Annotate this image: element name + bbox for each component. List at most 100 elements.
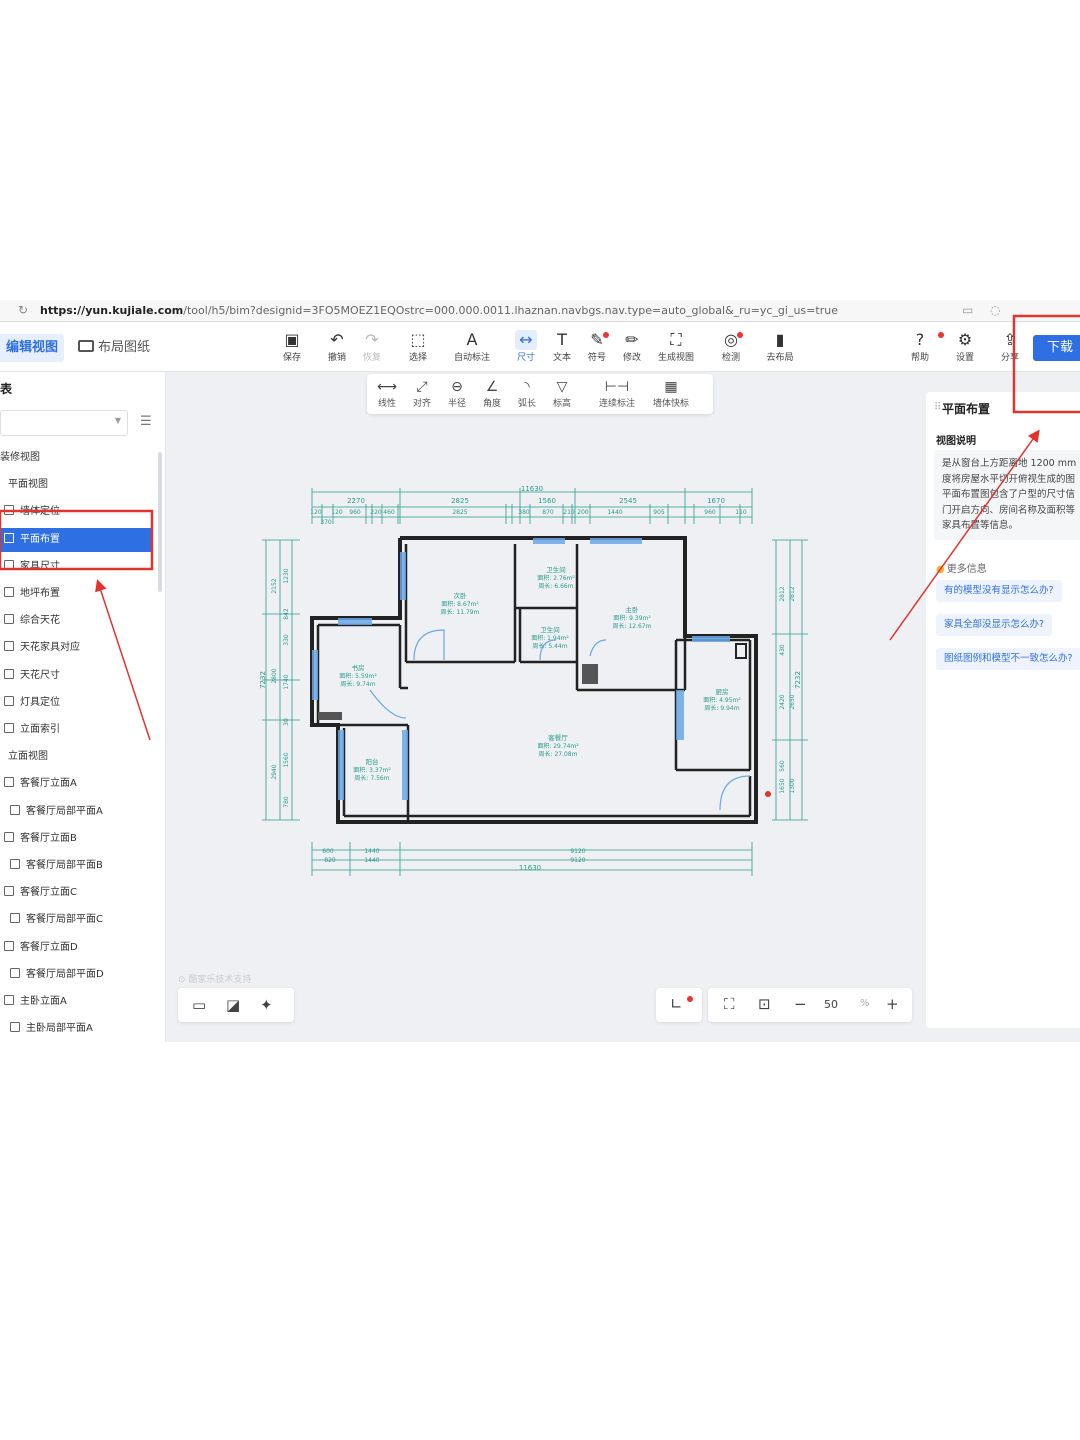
ruler-icon[interactable]: ▭ [192, 996, 206, 1014]
zoom-out-icon[interactable]: − [794, 995, 807, 1013]
to-layout-button[interactable]: ▮ 去布局 [760, 330, 800, 363]
zoom-level[interactable]: 50 [824, 998, 838, 1011]
sidebar-scrollbar[interactable] [158, 452, 162, 592]
dimension-label: 120 [310, 509, 322, 516]
dimension-label: 820 [324, 857, 336, 864]
view-icon [4, 614, 14, 625]
axis-icon[interactable]: ∟ [670, 995, 683, 1013]
sidebar-item[interactable]: 综合天花 [0, 609, 152, 633]
door-swing [369, 689, 407, 719]
dimension-label: 1670 [707, 497, 725, 505]
faq-link[interactable]: 有的模型没有显示怎么办? [936, 580, 1062, 602]
faq-link[interactable]: 图纸图例和模型不一致怎么办? [936, 648, 1080, 670]
undo-button[interactable]: ↶ 撤销 [317, 330, 357, 363]
url-text[interactable]: https://yun.kujiale.com/tool/h5/bim?desi… [40, 304, 838, 317]
sidebar-item[interactable]: 装修视图 [0, 446, 152, 470]
select-button[interactable]: ⬚ 选择 [398, 330, 438, 363]
window [692, 636, 730, 642]
sidebar-item[interactable]: 客餐厅立面C [0, 881, 152, 905]
room-name: 次卧 [454, 591, 468, 600]
sidebar-item[interactable]: 客餐厅立面D [0, 936, 152, 960]
sidebar-item-label: 客餐厅立面D [20, 941, 78, 953]
sidebar-item-label: 立面视图 [8, 751, 48, 763]
fit-screen-icon[interactable]: ⛶ [724, 995, 735, 1013]
tab-edit-view[interactable]: 编辑视图 [0, 334, 65, 362]
dimension-label: 2270 [347, 497, 365, 505]
text-button[interactable]: T 文本 [542, 330, 582, 363]
sidebar-item[interactable]: 客餐厅立面B [0, 827, 152, 851]
room-name: 书房 [352, 663, 365, 672]
save-button[interactable]: ▣ 保存 [272, 330, 312, 363]
dimension-label: 7232 [259, 671, 267, 689]
help-button[interactable]: ? 帮助 [900, 330, 940, 363]
sidebar-item[interactable]: 立面视图 [0, 745, 152, 769]
zoom-area-icon[interactable]: ⊡ [758, 995, 771, 1013]
view-filter-select[interactable]: ▼ [0, 410, 128, 436]
sidebar-item-label: 灯具定位 [20, 696, 60, 708]
sidebar-item[interactable]: 客餐厅立面A [0, 772, 152, 796]
dimension-label: 2940 [271, 764, 278, 779]
dimension-label: 870 [542, 509, 554, 516]
layers-icon[interactable]: ✦ [260, 996, 273, 1014]
dimension-label: 2800 [271, 668, 278, 683]
room-area: 面积: 4.95m² [703, 696, 741, 704]
panel-title: 平面布置 [942, 402, 991, 416]
profile-icon[interactable]: ◌ [990, 303, 1000, 317]
redo-button[interactable]: ↷ 恢复 [352, 330, 392, 363]
room-area: 面积: 29.74m² [537, 742, 579, 750]
sidebar-item[interactable]: 墙体定位 [0, 500, 152, 524]
room-name: 卫生间 [546, 565, 566, 574]
modify-button[interactable]: ✏ 修改 [612, 330, 652, 363]
sidebar-item[interactable]: 客餐厅局部平面B [0, 854, 152, 878]
sidebar-item[interactable]: 平面布置 [0, 527, 152, 552]
sidebar-item[interactable]: 主卧局部平面A [0, 1017, 152, 1041]
settings-button[interactable]: ⚙ 设置 [945, 330, 985, 363]
drag-handle-icon[interactable]: ⠿ [934, 402, 941, 413]
generate-view-button[interactable]: ⛶ 生成视图 [651, 330, 701, 363]
check-button[interactable]: ◎ 检测 [711, 330, 751, 363]
sidebar-item[interactable]: 地坪布置 [0, 582, 152, 606]
tab-layout-drawing[interactable]: 布局图纸 [72, 334, 156, 362]
sidebar-item[interactable]: 灯具定位 [0, 691, 152, 715]
auto-dimension-button[interactable]: A 自动标注 [452, 330, 492, 363]
floor-plan-canvas[interactable]: 11630 2270 2825 1560 2545 1670 120 120 960 220 460… [166, 372, 926, 982]
dimension-label: 210 [563, 509, 575, 516]
sidebar-item[interactable]: 客餐厅局部平面C [0, 908, 152, 932]
fill-icon[interactable]: ◪ [226, 996, 240, 1014]
room-name: 卫生间 [540, 625, 560, 634]
view-icon [4, 940, 14, 951]
window [312, 650, 318, 700]
list-toggle-icon[interactable]: ☰ [140, 414, 152, 429]
sidebar-item[interactable]: 天花家具对应 [0, 636, 152, 660]
browser-url-bar[interactable]: ↻ https://yun.kujiale.com/tool/h5/bim?de… [0, 300, 1080, 322]
dimension-label: 960 [704, 509, 716, 516]
sidebar-item[interactable]: 客餐厅局部平面A [0, 800, 152, 824]
window-icon[interactable]: ▭ [962, 303, 973, 317]
view-icon [10, 1022, 20, 1033]
share-button[interactable]: ⇪ 分享 [990, 330, 1030, 363]
view-icon [4, 505, 14, 516]
sidebar-item[interactable]: 平面视图 [0, 473, 152, 497]
faq-link[interactable]: 家具全部没显示怎么办? [936, 614, 1053, 636]
sidebar-item[interactable]: 天花尺寸 [0, 664, 152, 688]
download-button[interactable]: 下载 [1033, 335, 1080, 361]
entrance-marker [765, 791, 771, 797]
sidebar-item[interactable]: 客餐厅局部平面D [0, 963, 152, 987]
info-panel: ⠿ 平面布置 视图说明 是从窗台上方距离地 1200 mm 度将房屋水平切开俯视… [926, 392, 1080, 1028]
sidebar-item-label: 平面布置 [20, 533, 60, 545]
dimension-label: 1740 [283, 674, 290, 689]
symbol-button[interactable]: ✎ 符号 [577, 330, 617, 363]
fixture [318, 712, 342, 720]
room-area: 面积: 9.39m² [613, 614, 651, 622]
dimension-label: 9120 [570, 848, 585, 855]
dimension-label: 2825 [451, 497, 469, 505]
zoom-in-icon[interactable]: + [886, 995, 899, 1013]
sidebar-item[interactable]: 立面索引 [0, 718, 152, 742]
sidebar-item[interactable]: 家具尺寸 [0, 555, 152, 579]
reload-icon[interactable]: ↻ [18, 303, 28, 317]
pencil-icon: ✏ [625, 330, 639, 349]
sidebar-item[interactable]: 主卧立面A [0, 990, 152, 1014]
size-button[interactable]: ↔ 尺寸 [506, 330, 546, 363]
door-swing [719, 775, 751, 811]
lightbulb-icon: ● [936, 564, 945, 575]
